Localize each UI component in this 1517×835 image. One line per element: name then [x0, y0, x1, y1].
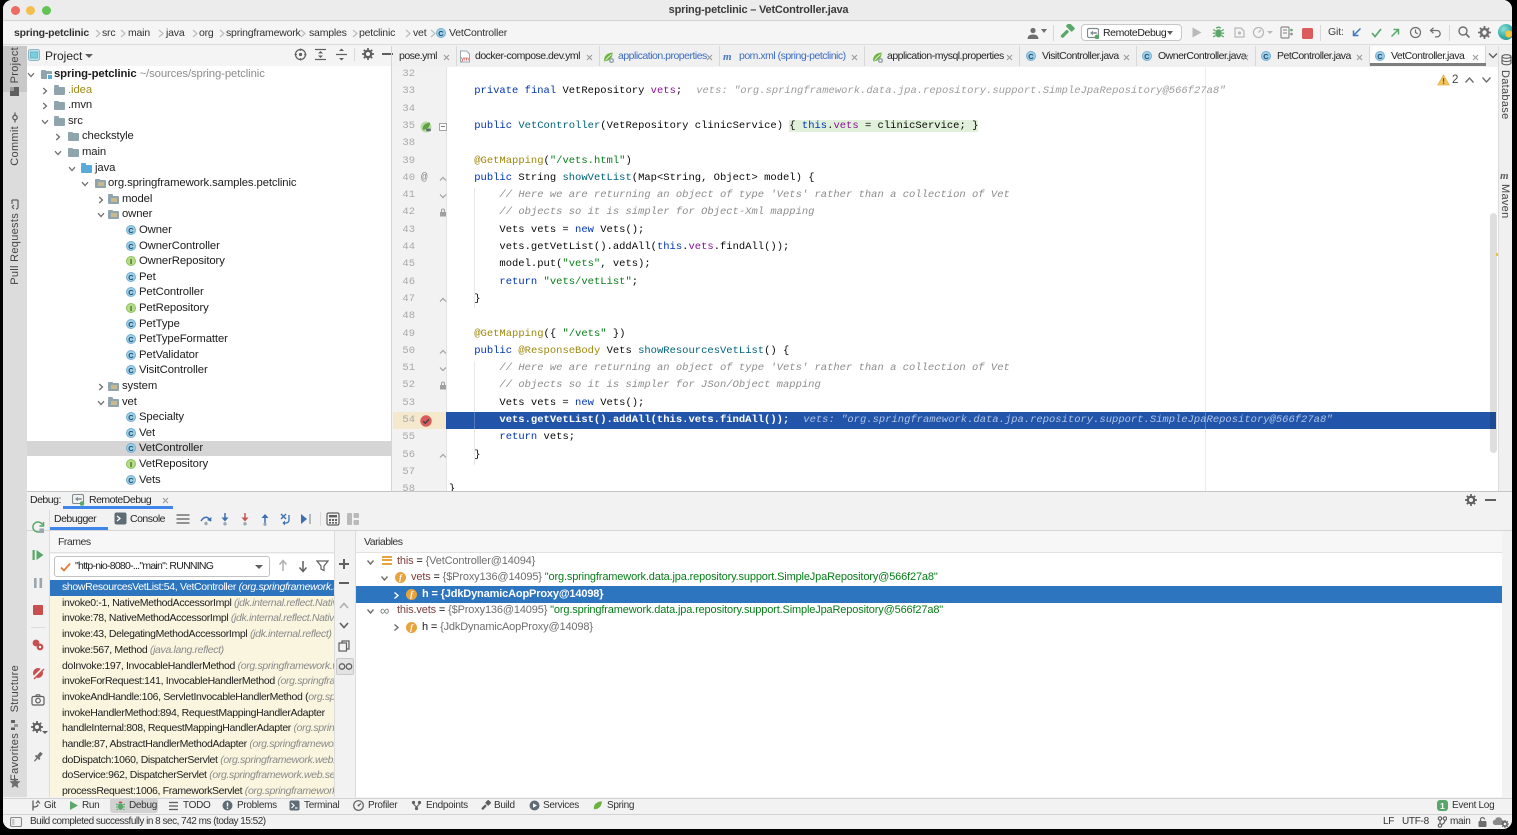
svg-text:ym: ym: [461, 57, 469, 63]
